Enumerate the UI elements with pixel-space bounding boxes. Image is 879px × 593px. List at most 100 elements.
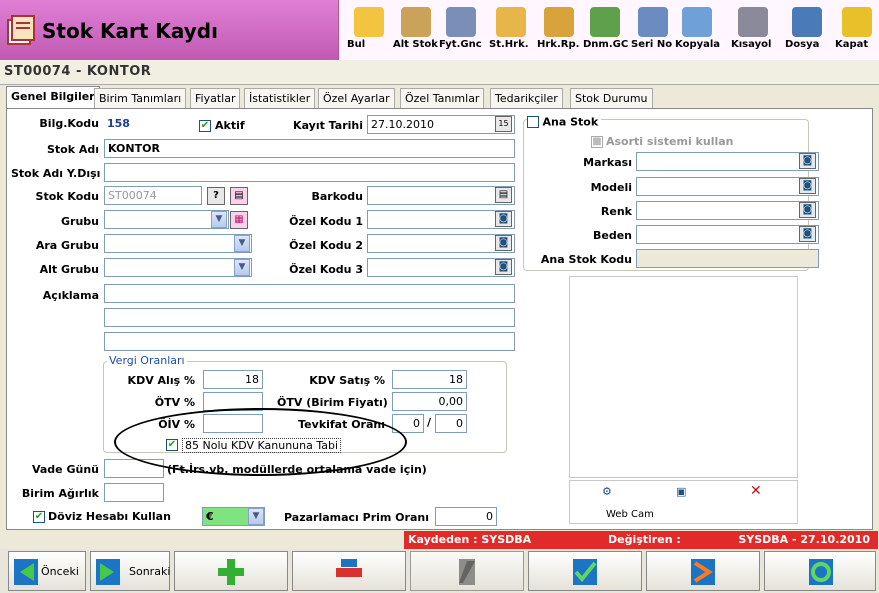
chevron-down-icon[interactable]: ▼ <box>234 235 250 252</box>
ozel-kodu3-field[interactable] <box>367 258 515 277</box>
barkodu-field[interactable] <box>367 186 515 205</box>
document-icon[interactable]: ▤ <box>230 187 248 205</box>
aciklama-line1[interactable] <box>104 284 515 303</box>
camera-icon[interactable]: ⚙ <box>602 485 612 498</box>
help-icon[interactable]: ? <box>207 187 225 205</box>
vergi-group-title: Vergi Oranları <box>107 354 187 367</box>
otv-birim-field[interactable]: 0,00 <box>392 392 467 411</box>
toolbar-fyt-gnc-button[interactable]: Fyt.Gnc <box>439 4 483 58</box>
image-preview[interactable] <box>569 276 798 478</box>
birim-agirlik-field[interactable] <box>104 483 164 502</box>
aciklama-line3[interactable] <box>104 332 515 351</box>
stock-movement-icon <box>496 7 526 37</box>
delete-icon[interactable]: ✕ <box>750 483 762 499</box>
pazarlamaci-field[interactable]: 0 <box>435 507 497 526</box>
tab-2[interactable]: Birim Tanımları <box>94 88 187 108</box>
modeli-label: Modeli <box>590 181 632 194</box>
kayit-tarihi-field[interactable]: 27.10.2010 <box>367 115 515 134</box>
chevron-down-icon[interactable]: ▼ <box>234 259 250 276</box>
ana-stok-checkbox[interactable] <box>527 116 539 128</box>
chevron-down-icon[interactable]: ▼ <box>248 508 264 525</box>
lookup-icon[interactable]: ◙ <box>799 226 816 242</box>
exit-icon <box>842 7 872 37</box>
ozel-kodu1-field[interactable] <box>367 210 515 229</box>
tab-5[interactable]: Özel Ayarlar <box>318 88 395 108</box>
lookup-icon[interactable]: ◙ <box>495 235 512 251</box>
toolbar-alt-stok-button[interactable]: Alt Stok <box>393 4 439 58</box>
toolbar-dosya-button[interactable]: Dosya <box>785 4 829 58</box>
toolbar-hrk-rp--button[interactable]: Hrk.Rp. <box>537 4 581 58</box>
degistiren-value: SYSDBA - 27.10.2010 <box>738 533 870 546</box>
kdv-satis-field[interactable]: 18 <box>392 370 467 389</box>
toolbar-seri-no-button[interactable]: Seri No <box>631 4 675 58</box>
stok-kodu-field[interactable]: ST00074 <box>104 186 202 205</box>
aktif-checkbox[interactable]: ✔ <box>199 120 211 132</box>
aciklama-line2[interactable] <box>104 308 515 327</box>
toolbar-kapat-button[interactable]: Kapat <box>835 4 879 58</box>
kaydeden-status: Kaydeden : SYSDBA <box>404 531 604 549</box>
ozel-kodu2-field[interactable] <box>367 234 515 253</box>
previous-button[interactable]: Önceki <box>8 551 86 591</box>
alt-grubu-select[interactable] <box>104 258 252 277</box>
next-button[interactable]: Sonraki <box>90 551 170 591</box>
tab-4[interactable]: İstatistikler <box>244 88 316 108</box>
toolbar-label: Hrk.Rp. <box>537 39 580 50</box>
lookup-icon[interactable]: ◙ <box>799 178 816 194</box>
toolbar-bul-button[interactable]: Bul <box>347 4 391 58</box>
image-icon[interactable]: ▣ <box>676 485 686 498</box>
shortcut-icon <box>738 7 768 37</box>
ozel-kodu2-label: Özel Kodu 2 <box>289 239 363 252</box>
toolbar-st-hrk--button[interactable]: St.Hrk. <box>489 4 533 58</box>
renk-label: Renk <box>600 205 632 218</box>
cancel-button[interactable] <box>646 551 760 591</box>
stok-adi-ydisi-field[interactable] <box>104 163 515 182</box>
toolbar-label: Kısayol <box>731 39 772 50</box>
kdv-alis-field[interactable]: 18 <box>203 370 263 389</box>
tevkifat-field-2[interactable]: 0 <box>435 414 467 433</box>
serial-icon <box>638 7 668 37</box>
tab-1[interactable]: Genel Bilgiler <box>6 86 100 108</box>
tab-7[interactable]: Tedarikçiler <box>490 88 563 108</box>
plus-icon <box>218 559 244 585</box>
modeli-field[interactable] <box>636 177 819 196</box>
webcam-panel: ⚙ ▣ ✕ Web Cam <box>569 480 798 524</box>
toolbar-k-sayol-button[interactable]: Kısayol <box>731 4 775 58</box>
edit-button[interactable] <box>410 551 524 591</box>
stok-adi-ydisi-label: Stok Adı Y.Dışı <box>11 167 101 180</box>
asorti-checkbox[interactable]: ■ <box>591 136 603 148</box>
webcam-label: Web Cam <box>606 509 654 520</box>
calendar-icon[interactable]: 15 <box>495 116 512 132</box>
toolbar: Bul Alt Stok Fyt.Gnc St.Hrk. Hrk.Rp. Dnm.GC Se… <box>338 0 879 60</box>
arrow-left-icon <box>14 559 38 585</box>
cancel-icon <box>691 559 715 585</box>
lookup-icon[interactable]: ◙ <box>799 202 816 218</box>
stok-adi-field[interactable]: KONTOR <box>104 139 515 158</box>
remove-button[interactable] <box>292 551 406 591</box>
beden-field[interactable] <box>636 225 819 244</box>
ara-grubu-select[interactable] <box>104 234 252 253</box>
chevron-down-icon[interactable]: ▼ <box>211 211 227 228</box>
beden-label: Beden <box>592 229 632 242</box>
toolbar-label: Seri No <box>631 39 673 50</box>
lookup-icon[interactable]: ◙ <box>495 211 512 227</box>
markasi-field[interactable] <box>636 152 819 171</box>
add-button[interactable] <box>174 551 288 591</box>
refresh-button[interactable] <box>764 551 876 591</box>
header-bar: Stok Kart Kaydı Bul Alt Stok Fyt.Gnc St.Hrk… <box>0 0 879 60</box>
toolbar-kopyala-button[interactable]: Kopyala <box>675 4 720 58</box>
asorti-label: Asorti sistemi kullan <box>606 135 734 148</box>
copy-icon <box>682 7 712 37</box>
barcode-icon[interactable]: ▤ <box>495 187 512 203</box>
lookup-icon[interactable]: ◙ <box>799 153 816 169</box>
renk-field[interactable] <box>636 201 819 220</box>
tab-3[interactable]: Fiyatlar <box>190 88 241 108</box>
tab-8[interactable]: Stok Durumu <box>570 88 653 108</box>
tab-6[interactable]: Özel Tanımlar <box>400 88 485 108</box>
next-label: Sonraki <box>129 565 171 578</box>
lookup-icon[interactable]: ◙ <box>495 259 512 275</box>
group-list-icon[interactable]: ▦ <box>230 211 248 229</box>
doviz-checkbox[interactable]: ✔ <box>33 511 45 523</box>
save-button[interactable] <box>528 551 642 591</box>
toolbar-dnm-gc-button[interactable]: Dnm.GC <box>583 4 628 58</box>
arrow-right-icon <box>96 559 120 585</box>
